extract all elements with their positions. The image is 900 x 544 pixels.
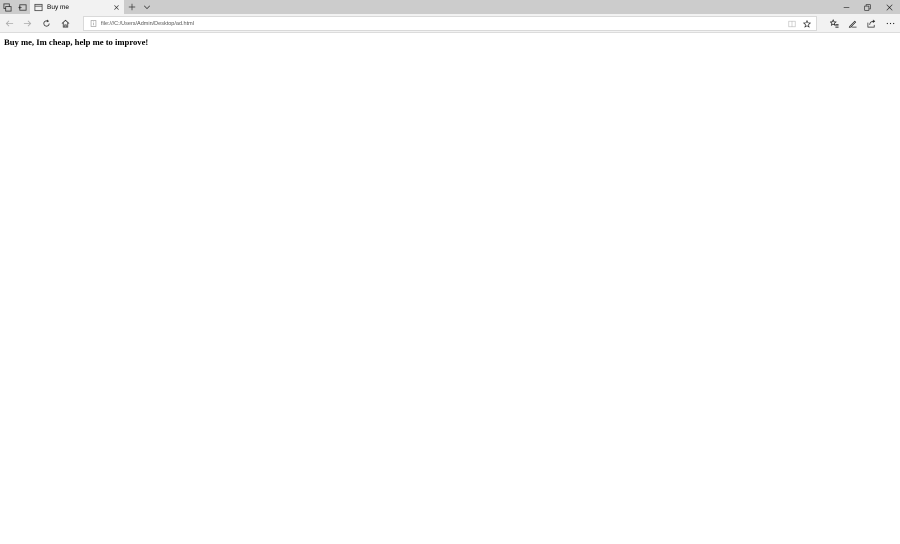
set-aside-tabs-icon[interactable] — [15, 0, 30, 14]
info-icon[interactable] — [88, 19, 98, 29]
page-content: Buy me, Im cheap, help me to improve! — [0, 34, 900, 544]
more-icon[interactable] — [885, 18, 896, 29]
forward-arrow-icon[interactable] — [22, 18, 33, 29]
tab-buy-me[interactable]: Buy me — [30, 0, 124, 14]
close-icon[interactable] — [111, 2, 121, 12]
page-icon — [34, 3, 43, 12]
address-bar[interactable]: file:///C:/Users/Admin/Desktop/ad.html — [83, 16, 817, 31]
restore-icon[interactable] — [856, 0, 878, 14]
url-text[interactable]: file:///C:/Users/Admin/Desktop/ad.html — [101, 21, 787, 27]
back-arrow-icon[interactable] — [4, 18, 15, 29]
navigation-toolbar: file:///C:/Users/Admin/Desktop/ad.html — [0, 14, 900, 33]
home-icon[interactable] — [60, 18, 71, 29]
plus-icon[interactable] — [126, 0, 138, 14]
share-icon[interactable] — [866, 18, 877, 29]
tab-title: Buy me — [47, 3, 70, 11]
close-window-icon[interactable] — [878, 0, 900, 14]
minimize-icon[interactable] — [835, 0, 857, 14]
pen-icon[interactable] — [847, 18, 858, 29]
tab-actions-icon[interactable] — [0, 0, 15, 14]
refresh-icon[interactable] — [41, 18, 52, 29]
page-headline: Buy me, Im cheap, help me to improve! — [4, 37, 149, 47]
favorites-hub-icon[interactable] — [829, 18, 840, 29]
chevron-down-icon[interactable] — [141, 0, 153, 14]
reading-view-icon[interactable] — [787, 19, 797, 29]
star-icon[interactable] — [802, 19, 812, 29]
